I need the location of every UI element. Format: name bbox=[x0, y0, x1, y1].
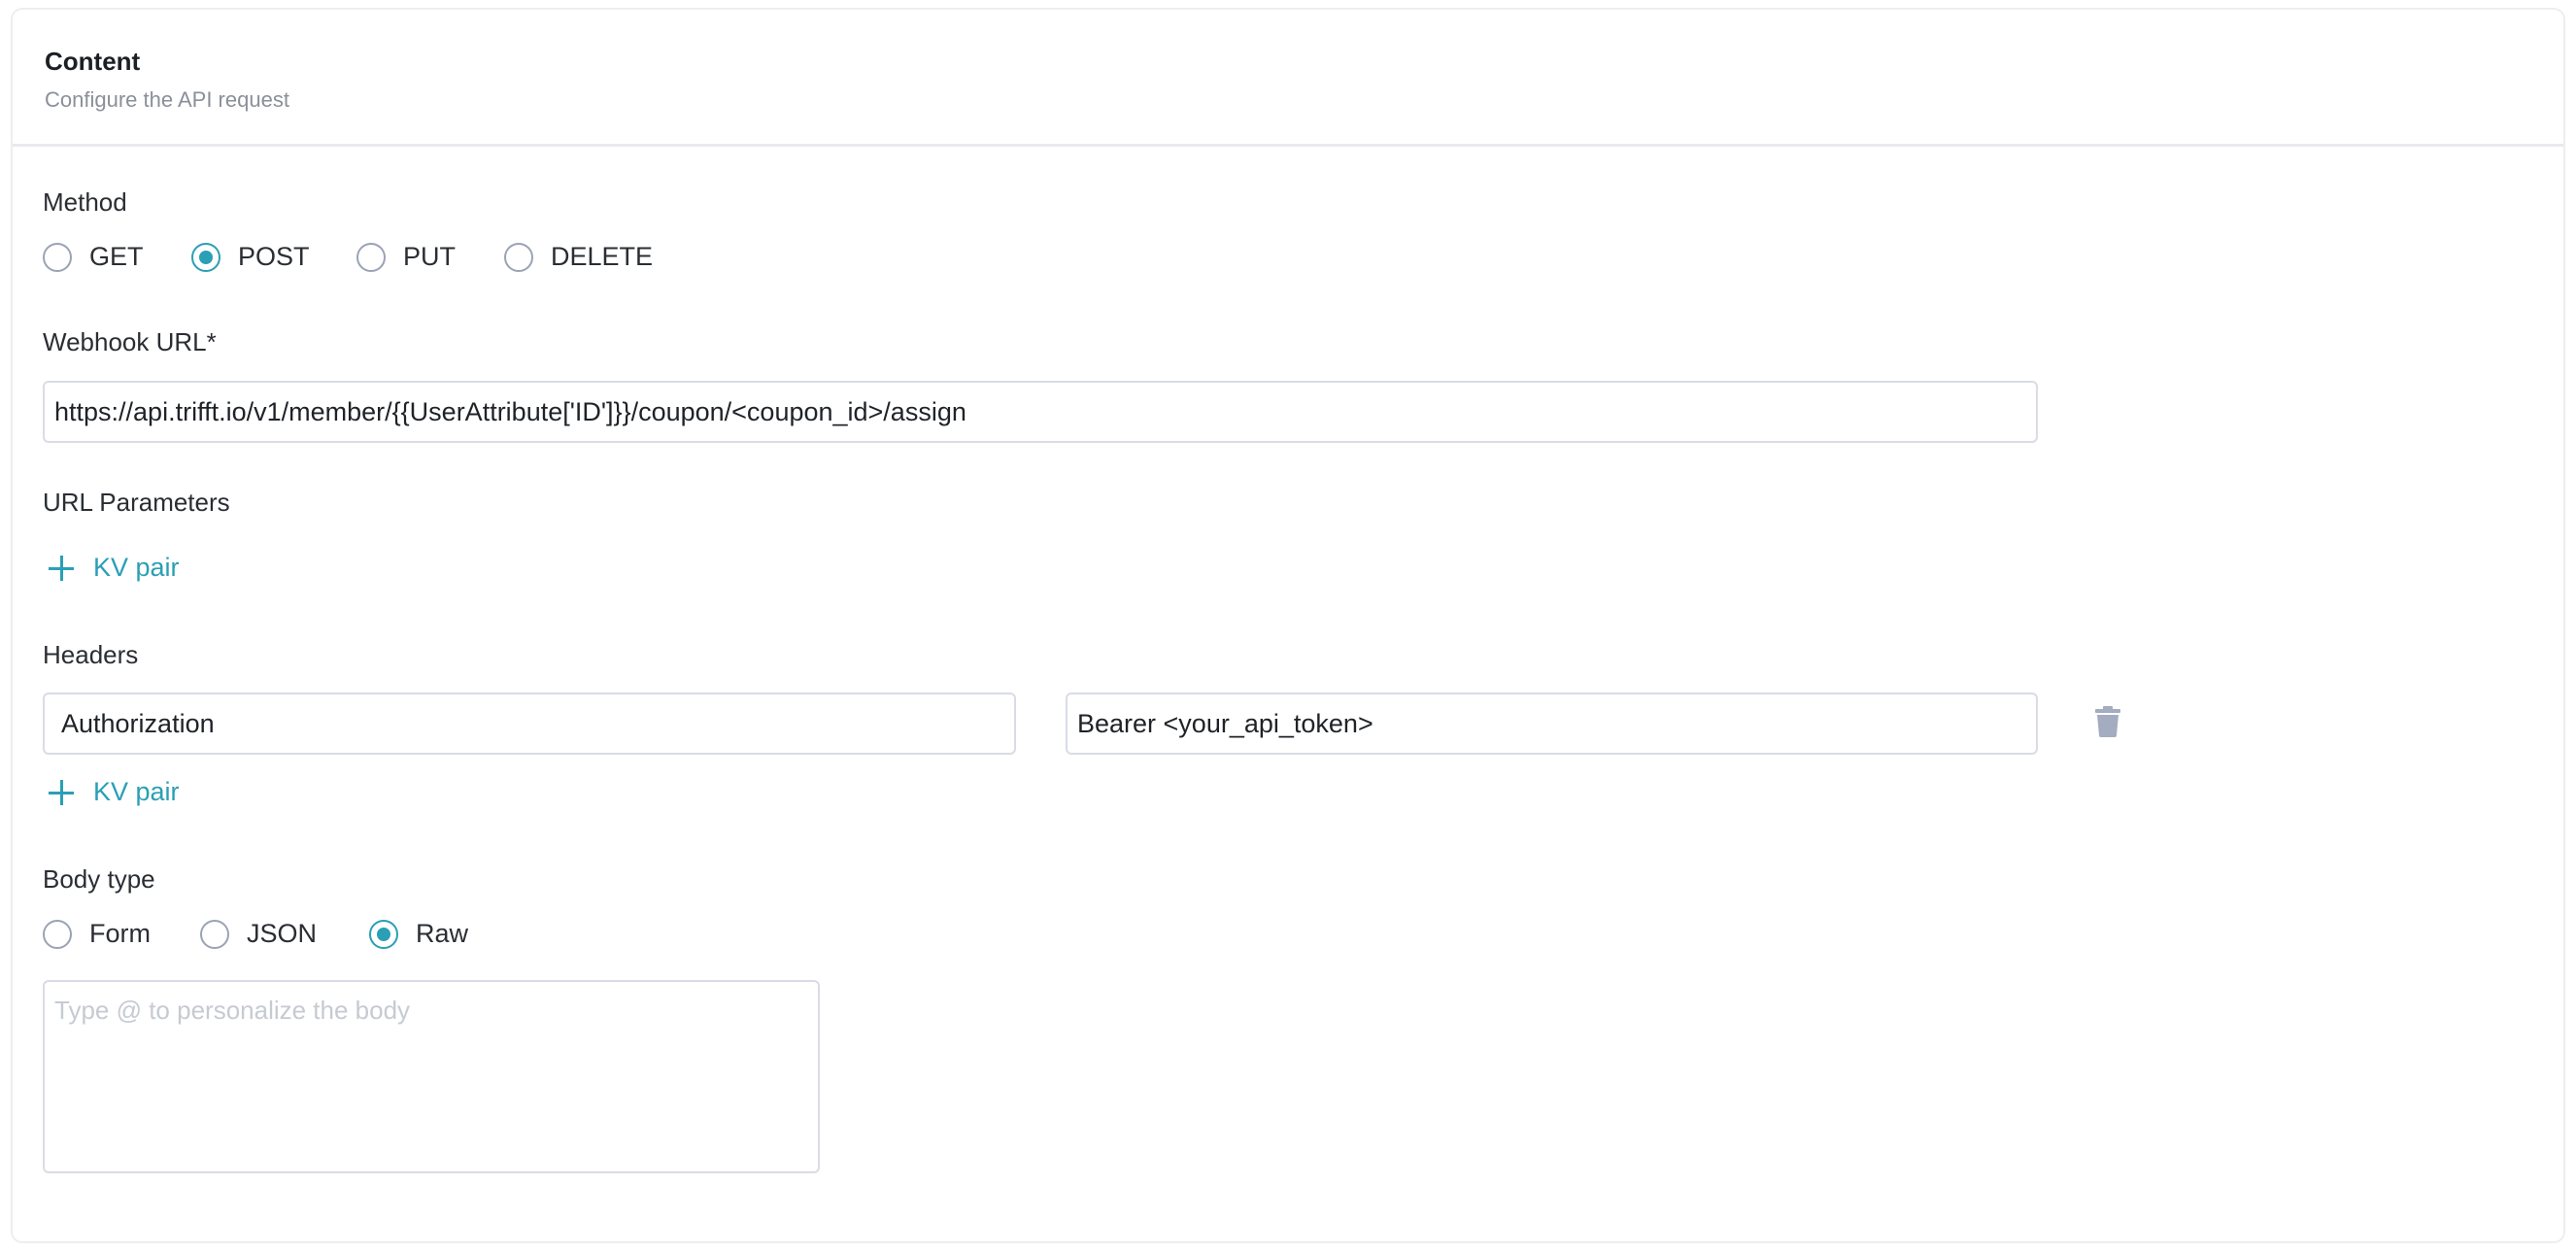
webhook-url-input[interactable] bbox=[43, 381, 2038, 443]
add-kv-label: KV pair bbox=[93, 777, 180, 806]
radio-label: GET bbox=[89, 242, 144, 271]
body-option-raw[interactable]: Raw bbox=[369, 919, 468, 949]
radio-label: Raw bbox=[416, 919, 469, 948]
method-option-put[interactable]: PUT bbox=[356, 242, 504, 272]
headers-label: Headers bbox=[43, 640, 139, 669]
radio-button-selected[interactable] bbox=[369, 919, 398, 949]
add-url-param-button[interactable]: KV pair bbox=[49, 553, 180, 583]
body-option-json[interactable]: JSON bbox=[200, 919, 369, 949]
radio-label: PUT bbox=[403, 242, 456, 271]
radio-button[interactable] bbox=[43, 919, 72, 949]
radio-button[interactable] bbox=[43, 242, 72, 272]
plus-icon bbox=[49, 555, 74, 581]
radio-button[interactable] bbox=[200, 919, 229, 949]
method-option-get[interactable]: GET bbox=[43, 242, 191, 272]
add-header-button[interactable]: KV pair bbox=[49, 777, 180, 807]
header-value-input[interactable] bbox=[1066, 693, 2038, 755]
card-header: Content Configure the API request bbox=[13, 10, 2563, 147]
body-type-radio-group: Form JSON Raw bbox=[43, 919, 468, 949]
body-option-form[interactable]: Form bbox=[43, 919, 200, 949]
radio-button-selected[interactable] bbox=[191, 242, 220, 272]
radio-button[interactable] bbox=[356, 242, 386, 272]
card-subtitle: Configure the API request bbox=[45, 87, 289, 112]
plus-icon bbox=[49, 779, 74, 805]
webhook-url-label: Webhook URL* bbox=[43, 327, 217, 356]
method-radio-group: GET POST PUT DELETE bbox=[43, 242, 653, 272]
card-title: Content bbox=[45, 47, 141, 76]
add-kv-label: KV pair bbox=[93, 553, 180, 582]
method-option-delete[interactable]: DELETE bbox=[504, 242, 653, 272]
radio-label: POST bbox=[238, 242, 310, 271]
trash-icon[interactable] bbox=[2095, 706, 2120, 737]
body-textarea[interactable] bbox=[43, 980, 820, 1173]
body-type-label: Body type bbox=[43, 864, 155, 894]
radio-button[interactable] bbox=[504, 242, 533, 272]
radio-label: Form bbox=[89, 919, 151, 948]
header-key-input[interactable] bbox=[43, 693, 1016, 755]
method-label: Method bbox=[43, 187, 127, 217]
radio-label: JSON bbox=[247, 919, 318, 948]
method-option-post[interactable]: POST bbox=[191, 242, 356, 272]
url-parameters-label: URL Parameters bbox=[43, 488, 230, 517]
radio-label: DELETE bbox=[551, 242, 654, 271]
